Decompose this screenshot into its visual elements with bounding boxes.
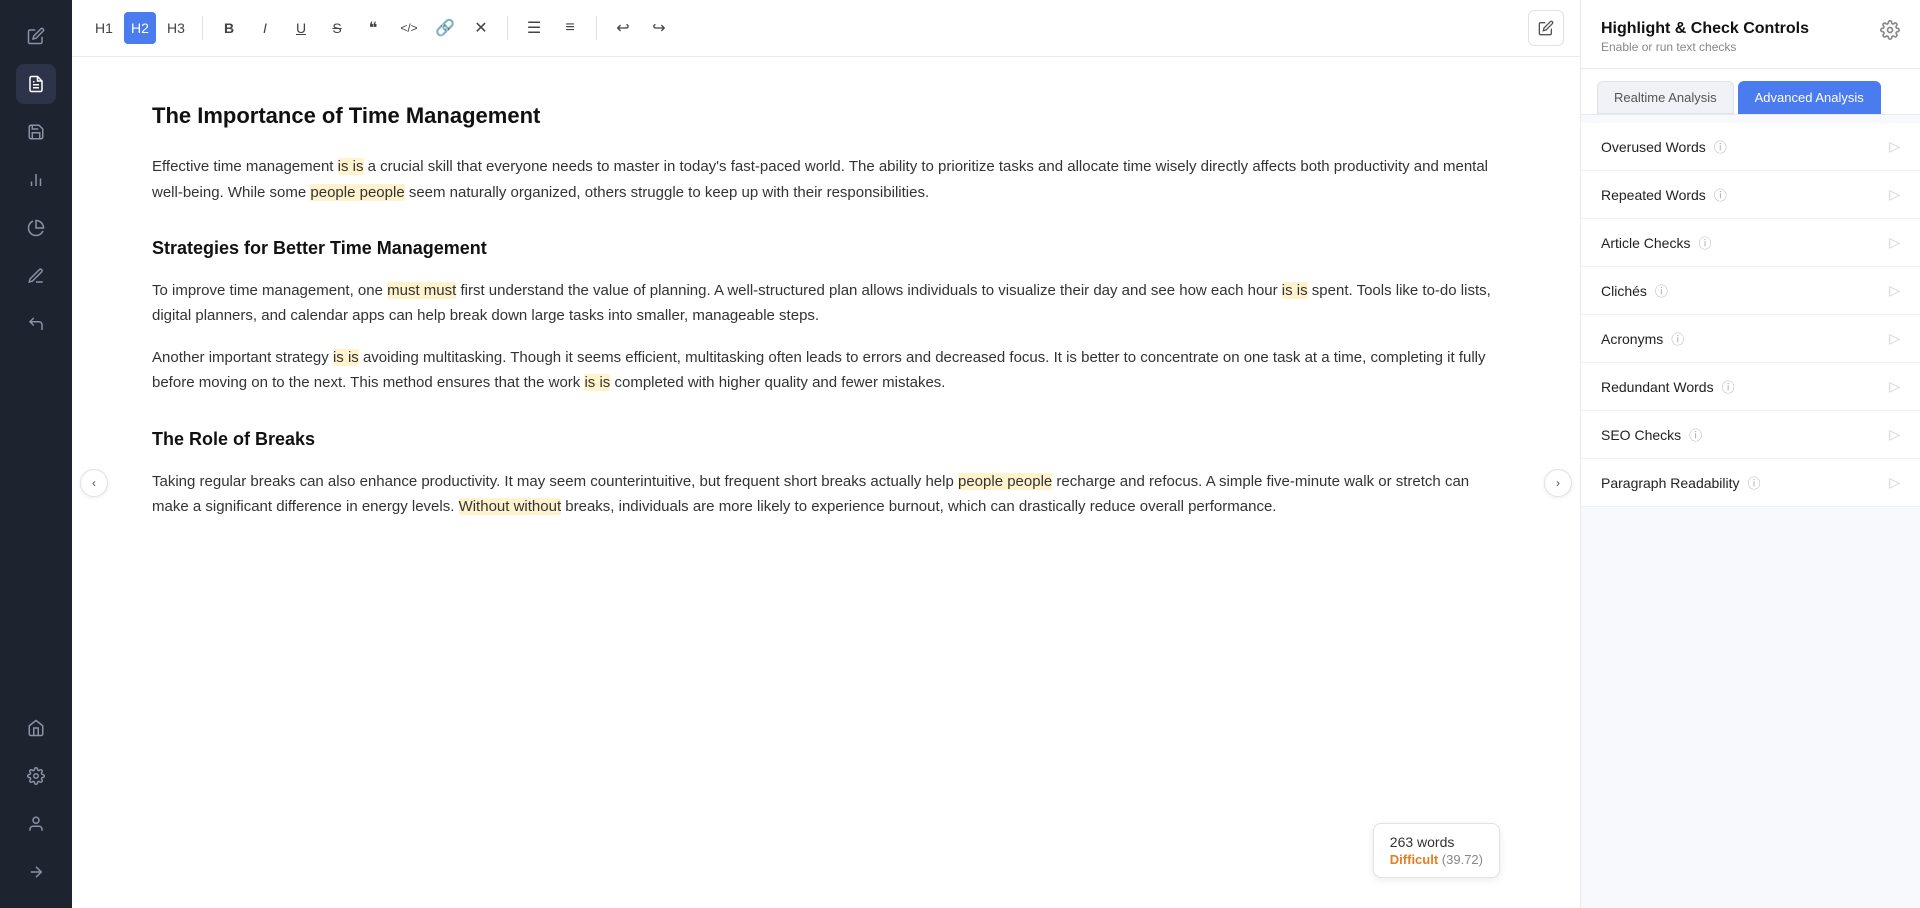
panel-header-text: Highlight & Check Controls Enable or run… — [1601, 20, 1809, 54]
panel-header: Highlight & Check Controls Enable or run… — [1581, 0, 1920, 69]
article-checks-arrow-icon: ▷ — [1889, 234, 1900, 251]
article-checks-label: Article Checks — [1601, 235, 1690, 251]
redundant-words-item[interactable]: Redundant Words ⓘ ▷ — [1581, 363, 1920, 411]
article-checks-item[interactable]: Article Checks ⓘ ▷ — [1581, 219, 1920, 267]
article-checks-info-icon[interactable]: ⓘ — [1698, 233, 1711, 252]
h1-button[interactable]: H1 — [88, 12, 120, 44]
ordered-list-button[interactable]: ≡ — [554, 12, 586, 44]
sidebar-chart-icon[interactable] — [16, 160, 56, 200]
undo-button[interactable]: ↩ — [607, 12, 639, 44]
link-button[interactable]: 🔗 — [429, 12, 461, 44]
seo-checks-item[interactable]: SEO Checks ⓘ ▷ — [1581, 411, 1920, 459]
editor-wrapper: ‹ The Importance of Time Management Effe… — [72, 57, 1580, 908]
overused-words-info-icon[interactable]: ⓘ — [1714, 137, 1727, 156]
paragraph-readability-item[interactable]: Paragraph Readability ⓘ ▷ — [1581, 459, 1920, 507]
paragraph-1: Effective time management is is a crucia… — [152, 154, 1500, 205]
editor-content[interactable]: The Importance of Time Management Effect… — [72, 57, 1580, 908]
seo-checks-arrow-icon: ▷ — [1889, 426, 1900, 443]
sidebar-document-icon[interactable] — [16, 64, 56, 104]
toolbar: H1 H2 H3 B I U S ❝ </> 🔗 ✕ ☰ ≡ ↩ ↪ — [72, 0, 1580, 57]
paragraph-readability-arrow-icon: ▷ — [1889, 474, 1900, 491]
advanced-analysis-tab[interactable]: Advanced Analysis — [1738, 81, 1881, 114]
analysis-tabs: Realtime Analysis Advanced Analysis — [1581, 69, 1920, 115]
h2-button[interactable]: H2 — [124, 12, 156, 44]
seo-checks-info-icon[interactable]: ⓘ — [1689, 425, 1702, 444]
quote-button[interactable]: ❝ — [357, 12, 389, 44]
settings-gear-icon[interactable] — [1880, 20, 1900, 45]
sidebar-settings-icon[interactable] — [16, 756, 56, 796]
acronyms-info-icon[interactable]: ⓘ — [1671, 329, 1684, 348]
strikethrough-button[interactable]: S — [321, 12, 353, 44]
panel-subtitle: Enable or run text checks — [1601, 40, 1809, 54]
underline-button[interactable]: U — [285, 12, 317, 44]
panel-title: Highlight & Check Controls — [1601, 20, 1809, 38]
sidebar-save-icon[interactable] — [16, 112, 56, 152]
overused-words-item[interactable]: Overused Words ⓘ ▷ — [1581, 123, 1920, 171]
redo-button[interactable]: ↪ — [643, 12, 675, 44]
remove-format-button[interactable]: ✕ — [465, 12, 497, 44]
redundant-words-info-icon[interactable]: ⓘ — [1722, 377, 1735, 396]
divider-3 — [596, 16, 597, 40]
repeated-words-label: Repeated Words — [1601, 187, 1706, 203]
sidebar-pie-icon[interactable] — [16, 208, 56, 248]
cliches-label: Clichés — [1601, 283, 1647, 299]
overused-words-label: Overused Words — [1601, 139, 1706, 155]
sidebar-arrow-icon[interactable] — [16, 852, 56, 892]
difficulty-score: (39.72) — [1442, 852, 1483, 867]
realtime-analysis-tab[interactable]: Realtime Analysis — [1597, 81, 1734, 114]
acronyms-arrow-icon: ▷ — [1889, 330, 1900, 347]
sidebar-hook-icon[interactable] — [16, 304, 56, 344]
repeated-words-arrow-icon: ▷ — [1889, 186, 1900, 203]
repeated-words-info-icon[interactable]: ⓘ — [1714, 185, 1727, 204]
seo-checks-label: SEO Checks — [1601, 427, 1681, 443]
acronyms-item[interactable]: Acronyms ⓘ ▷ — [1581, 315, 1920, 363]
main-area: H1 H2 H3 B I U S ❝ </> 🔗 ✕ ☰ ≡ ↩ ↪ ‹ The… — [72, 0, 1580, 908]
redundant-words-label: Redundant Words — [1601, 379, 1714, 395]
difficulty-label: Difficult — [1390, 852, 1438, 867]
bullet-list-button[interactable]: ☰ — [518, 12, 550, 44]
sidebar-home-icon[interactable] — [16, 708, 56, 748]
article-title: The Importance of Time Management — [152, 97, 1500, 134]
heading-strategies: Strategies for Better Time Management — [152, 233, 1500, 264]
sidebar — [0, 0, 72, 908]
paragraph-2: To improve time management, one must mus… — [152, 278, 1500, 329]
sidebar-edit-icon[interactable] — [16, 16, 56, 56]
right-panel: Highlight & Check Controls Enable or run… — [1580, 0, 1920, 908]
code-button[interactable]: </> — [393, 12, 425, 44]
nav-arrow-right[interactable]: › — [1544, 469, 1572, 497]
italic-button[interactable]: I — [249, 12, 281, 44]
sidebar-user-icon[interactable] — [16, 804, 56, 844]
paragraph-3: Another important strategy is is avoidin… — [152, 345, 1500, 396]
cliches-arrow-icon: ▷ — [1889, 282, 1900, 299]
cliches-info-icon[interactable]: ⓘ — [1655, 281, 1668, 300]
overused-words-arrow-icon: ▷ — [1889, 138, 1900, 155]
acronyms-label: Acronyms — [1601, 331, 1663, 347]
divider-2 — [507, 16, 508, 40]
heading-breaks: The Role of Breaks — [152, 424, 1500, 455]
divider-1 — [202, 16, 203, 40]
edit-mode-button[interactable] — [1528, 10, 1564, 46]
redundant-words-arrow-icon: ▷ — [1889, 378, 1900, 395]
sidebar-pencil-icon[interactable] — [16, 256, 56, 296]
repeated-words-item[interactable]: Repeated Words ⓘ ▷ — [1581, 171, 1920, 219]
checks-list: Overused Words ⓘ ▷ Repeated Words ⓘ ▷ Ar… — [1581, 115, 1920, 908]
cliches-item[interactable]: Clichés ⓘ ▷ — [1581, 267, 1920, 315]
bold-button[interactable]: B — [213, 12, 245, 44]
paragraph-readability-label: Paragraph Readability — [1601, 475, 1740, 491]
paragraph-4: Taking regular breaks can also enhance p… — [152, 469, 1500, 520]
word-count-text: 263 words — [1390, 834, 1483, 850]
difficulty-text: Difficult (39.72) — [1390, 852, 1483, 867]
paragraph-readability-info-icon[interactable]: ⓘ — [1748, 473, 1761, 492]
nav-arrow-left[interactable]: ‹ — [80, 469, 108, 497]
word-count-badge: 263 words Difficult (39.72) — [1373, 823, 1500, 878]
h3-button[interactable]: H3 — [160, 12, 192, 44]
